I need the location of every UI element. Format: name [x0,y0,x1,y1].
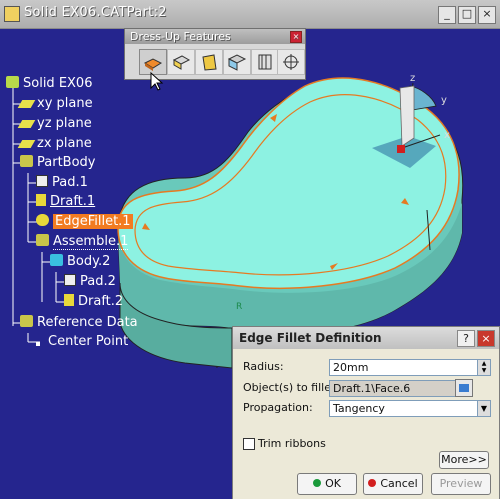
help-button[interactable]: ? [457,330,475,347]
tree-item-pad2[interactable]: Pad.2 [64,274,116,289]
thickness-tool[interactable] [251,49,279,75]
pad-icon [64,274,76,286]
radius-spinner[interactable]: ▲ ▼ [477,359,491,376]
edit-list-icon[interactable] [455,379,473,397]
dialog-header: Edge Fillet Definition ? × [233,327,499,349]
minimize-button[interactable]: _ [438,6,456,24]
tree-item-zx-plane[interactable]: zx plane [17,136,92,151]
trim-ribbons-checkbox[interactable] [243,438,255,450]
tree-item-assemble1[interactable]: Assemble.1 [36,234,129,250]
tree-item-center-point[interactable]: Center Point [36,334,128,349]
radius-label: Radius: [243,360,284,373]
shell-tool[interactable] [223,49,251,75]
mouse-cursor-icon [150,72,164,91]
assemble-icon [36,234,49,246]
draft-tool[interactable] [195,49,223,75]
ok-button[interactable]: OK [297,473,357,495]
plane-icon [17,140,36,148]
dialog-close-button[interactable]: × [477,330,495,347]
plane-icon [17,100,36,108]
preview-button[interactable]: Preview [431,473,491,495]
axis-x-label: x [444,130,450,141]
tree-item-partbody[interactable]: PartBody [20,155,95,170]
tree-item-yz-plane[interactable]: yz plane [17,116,92,131]
close-button[interactable]: × [478,6,496,24]
dialog-title: Edge Fillet Definition [239,331,382,345]
maximize-button[interactable]: □ [458,6,476,24]
tree-item-solid-ex06[interactable]: Solid EX06 [6,76,92,91]
plane-icon [17,120,36,128]
more-button[interactable]: More>> [439,451,489,469]
window-titlebar: Solid EX06.CATPart:2 _ □ × [0,0,500,29]
axis-z-label: z [410,73,415,84]
draft-icon [64,294,74,306]
window-title: Solid EX06.CATPart:2 [24,5,167,20]
fillet-icon [36,214,49,226]
trim-ribbons-label: Trim ribbons [258,437,326,450]
spinner-up-icon[interactable]: ▲ [478,360,490,367]
body-icon [20,155,33,167]
propagation-label: Propagation: [243,401,313,414]
tree-item-edgefillet1[interactable]: EdgeFillet.1 [36,214,133,229]
draft-icon [36,194,46,206]
edge-fillet-definition-dialog: Edge Fillet Definition ? × Radius: 20mm … [232,326,500,499]
spinner-down-icon[interactable]: ▼ [478,367,490,374]
part-document-icon [4,6,20,22]
fillet-radius-marker: R [236,302,242,312]
objects-to-fillet-label: Object(s) to fillet: [243,381,340,394]
toolbar-title: Dress-Up Features [130,30,231,43]
tree-item-body2[interactable]: Body.2 [50,254,110,269]
point-icon [36,335,44,347]
chamfer-tool[interactable] [167,49,195,75]
ok-icon [313,479,322,487]
cancel-button[interactable]: Cancel [363,473,423,495]
axis-y-label: y [441,95,447,106]
toolbar-header[interactable]: Dress-Up Features × [125,29,305,44]
pad-icon [36,175,48,187]
remove-face-tool[interactable] [277,49,305,75]
propagation-select[interactable]: Tangency [329,400,482,417]
tree-item-xy-plane[interactable]: xy plane [17,96,93,111]
body-icon [50,254,63,266]
tree-item-draft1[interactable]: Draft.1 [36,194,95,209]
reference-icon [20,315,33,327]
tree-item-pad1[interactable]: Pad.1 [36,175,88,190]
toolbar-close-button[interactable]: × [290,31,302,43]
radius-input[interactable]: 20mm [329,359,482,376]
catia-window: Solid EX06.CATPart:2 _ □ × z y x R Solid… [0,0,500,499]
objects-to-fillet-field[interactable]: Draft.1\Face.6 [329,380,456,397]
tree-item-draft2[interactable]: Draft.2 [64,294,123,309]
cancel-icon [368,479,377,487]
chevron-down-icon[interactable]: ▼ [477,400,491,417]
part-icon [6,76,19,88]
tree-item-reference-data[interactable]: Reference Data [20,315,138,330]
